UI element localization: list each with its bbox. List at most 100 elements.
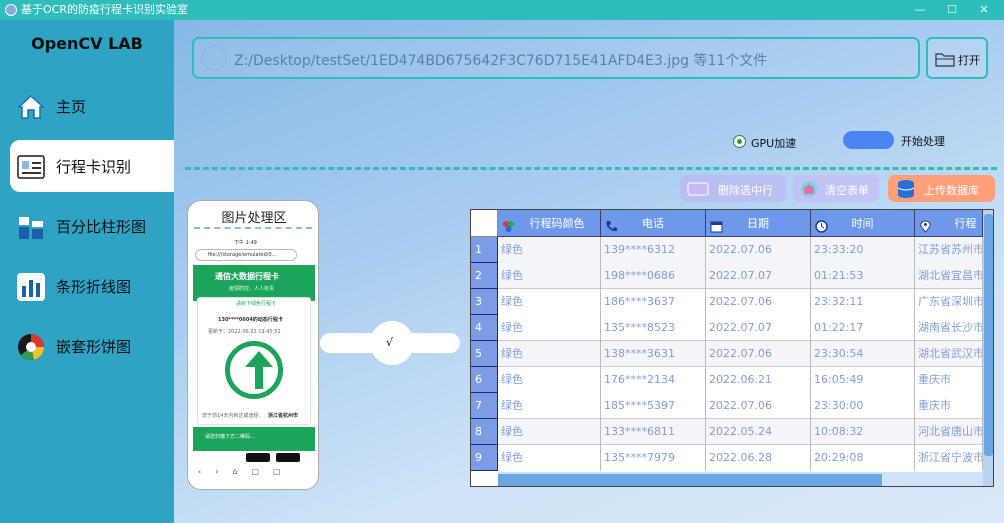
cell-phone[interactable]: 135****7979 [601, 445, 706, 471]
table-row[interactable]: 绿色 176****2134 2022.06.21 16:05:49 重庆市 [498, 367, 988, 393]
sidebar-item-trip-card[interactable]: 行程卡识别 [10, 140, 174, 192]
cell-phone[interactable]: 138****3631 [601, 341, 706, 367]
cell-phone[interactable]: 139****6312 [601, 237, 706, 263]
start-processing-toggle[interactable] [843, 131, 894, 149]
brand-title: OpenCV LAB [31, 34, 143, 53]
cell-route[interactable]: 重庆市 [915, 367, 983, 393]
cell-phone[interactable]: 135****8523 [601, 315, 706, 341]
cell-date[interactable]: 2022.07.06 [706, 341, 811, 367]
cell-phone[interactable]: 133****6811 [601, 419, 706, 445]
cell-phone[interactable]: 176****2134 [601, 367, 706, 393]
phone-banner-title: 通信大数据行程卡 [215, 272, 279, 281]
cell-phone[interactable]: 185****5397 [601, 393, 706, 419]
cell-color[interactable]: 绿色 [498, 445, 601, 471]
clear-icon [799, 179, 819, 202]
table-row[interactable]: 绿色 135****7979 2022.06.28 20:29:08 浙江省宁波… [498, 445, 988, 471]
column-header-time[interactable]: 时间 [811, 210, 915, 237]
row-header[interactable]: 8 [471, 419, 498, 445]
pie-chart-icon [16, 332, 46, 362]
cell-date[interactable]: 2022.07.06 [706, 289, 811, 315]
cell-color[interactable]: 绿色 [498, 367, 601, 393]
table-row[interactable]: 绿色 135****8523 2022.07.07 01:22:17 湖南省长沙… [498, 315, 988, 341]
vertical-scrollbar[interactable] [983, 210, 993, 486]
cell-time[interactable]: 10:08:32 [811, 419, 915, 445]
cell-time[interactable]: 20:29:08 [811, 445, 915, 471]
column-header-date[interactable]: 日期 [706, 210, 811, 237]
row-header[interactable]: 6 [471, 367, 498, 393]
cell-time[interactable]: 01:22:17 [811, 315, 915, 341]
cell-date[interactable]: 2022.06.28 [706, 445, 811, 471]
gpu-accel-label: GPU加速 [751, 137, 797, 150]
cell-route[interactable]: 湖南省长沙市 [915, 315, 983, 341]
table-row[interactable]: 绿色 198****0686 2022.07.07 01:21:53 湖北省宜昌… [498, 263, 988, 289]
cell-date[interactable]: 2022.05.24 [706, 419, 811, 445]
cell-time[interactable]: 01:21:53 [811, 263, 915, 289]
row-header[interactable]: 9 [471, 445, 498, 471]
row-header[interactable]: 1 [471, 237, 498, 263]
radio-indicator[interactable] [733, 135, 746, 148]
maximize-button[interactable]: ☐ [937, 0, 967, 20]
cell-color[interactable]: 绿色 [498, 341, 601, 367]
cell-route[interactable]: 重庆市 [915, 393, 983, 419]
cell-phone[interactable]: 198****0686 [601, 263, 706, 289]
cell-time[interactable]: 23:30:00 [811, 393, 915, 419]
row-header[interactable]: 7 [471, 393, 498, 419]
cell-color[interactable]: 绿色 [498, 237, 601, 263]
cell-time[interactable]: 23:30:54 [811, 341, 915, 367]
clear-form-button[interactable]: 清空表单 [793, 175, 879, 202]
cell-route[interactable]: 湖北省武汉市 [915, 341, 983, 367]
cell-time[interactable]: 23:33:20 [811, 237, 915, 263]
file-path-field[interactable]: Z:/Desktop/testSet/1ED474BD675642F3C76D7… [192, 37, 920, 79]
cell-date[interactable]: 2022.07.07 [706, 315, 811, 341]
sidebar-item-bar-line-chart[interactable]: 条形折线图 [10, 260, 174, 312]
cell-date[interactable]: 2022.06.21 [706, 367, 811, 393]
minimize-button[interactable]: — [905, 0, 935, 20]
bar-chart-icon [16, 212, 46, 242]
table-row[interactable]: 绿色 133****6811 2022.05.24 10:08:32 河北省唐山… [498, 419, 988, 445]
cell-route[interactable]: 湖北省宜昌市 [915, 263, 983, 289]
cell-color[interactable]: 绿色 [498, 315, 601, 341]
vertical-scroll-thumb[interactable] [984, 214, 993, 456]
open-file-button[interactable]: 打开 [926, 37, 988, 79]
cell-phone[interactable]: 186****3637 [601, 289, 706, 315]
sidebar-item-home[interactable]: 主页 [10, 80, 174, 132]
results-table[interactable]: 行程码颜色 电话 日期 时间 行程 1 2 3 4 5 6 7 8 9 绿色 1… [470, 209, 994, 487]
phone-url: file:///storage/emulated/0... [208, 252, 277, 258]
cell-date[interactable]: 2022.07.06 [706, 237, 811, 263]
horizontal-scroll-thumb[interactable] [498, 474, 882, 486]
sidebar-item-percent-bar-chart[interactable]: 百分比柱形图 [10, 200, 174, 252]
delete-row-button[interactable]: 删除选中行 [680, 175, 786, 202]
column-header-color[interactable]: 行程码颜色 [498, 210, 601, 237]
green-arrow-icon [225, 341, 283, 399]
table-row[interactable]: 绿色 185****5397 2022.07.06 23:30:00 重庆市 [498, 393, 988, 419]
cell-route[interactable]: 江苏省苏州市 [915, 237, 983, 263]
cell-time[interactable]: 16:05:49 [811, 367, 915, 393]
home-icon [16, 92, 46, 122]
cell-route[interactable]: 广东省深圳市 [915, 289, 983, 315]
row-header[interactable]: 2 [471, 263, 498, 289]
cell-color[interactable]: 绿色 [498, 263, 601, 289]
column-header-phone[interactable]: 电话 [601, 210, 706, 237]
sidebar-item-nested-pie-chart[interactable]: 嵌套形饼图 [10, 320, 174, 372]
upload-database-button[interactable]: 上传数据库 [888, 175, 995, 202]
cell-time[interactable]: 23:32:11 [811, 289, 915, 315]
row-header[interactable]: 5 [471, 341, 498, 367]
cell-route[interactable]: 浙江省宁波市 [915, 445, 983, 471]
table-row[interactable]: 绿色 138****3631 2022.07.06 23:30:54 湖北省武汉… [498, 341, 988, 367]
column-header-route[interactable]: 行程 [915, 210, 983, 237]
cell-date[interactable]: 2022.07.06 [706, 393, 811, 419]
phone-url-bar: file:///storage/emulated/0... [195, 249, 297, 261]
phone-number-line: 130****0604的动态行程卡 [218, 317, 283, 323]
cell-date[interactable]: 2022.07.07 [706, 263, 811, 289]
cell-color[interactable]: 绿色 [498, 393, 601, 419]
cell-color[interactable]: 绿色 [498, 289, 601, 315]
app-store-badge [246, 453, 270, 462]
cell-route[interactable]: 河北省唐山市 [915, 419, 983, 445]
row-header[interactable]: 4 [471, 315, 498, 341]
row-header[interactable]: 3 [471, 289, 498, 315]
table-row[interactable]: 绿色 186****3637 2022.07.06 23:32:11 广东省深圳… [498, 289, 988, 315]
horizontal-scrollbar[interactable] [498, 472, 983, 486]
cell-color[interactable]: 绿色 [498, 419, 601, 445]
table-row[interactable]: 绿色 139****6312 2022.07.06 23:33:20 江苏省苏州… [498, 237, 988, 263]
close-button[interactable]: ✕ [969, 0, 999, 20]
